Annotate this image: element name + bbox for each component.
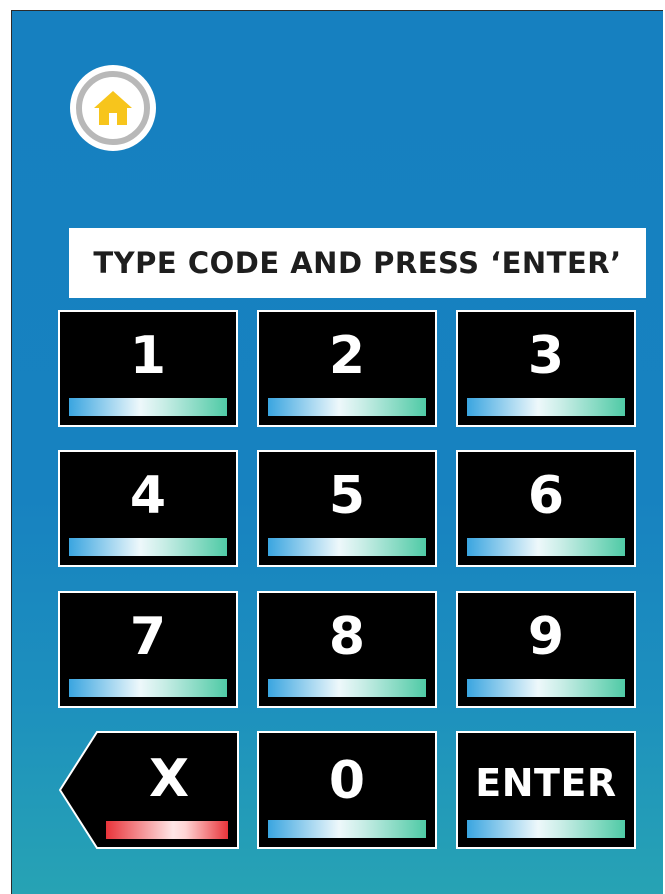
key-highlight-bar-red	[106, 821, 228, 839]
key-label: 0	[328, 751, 366, 811]
key-highlight-bar	[467, 679, 625, 697]
key-4[interactable]: 4	[58, 450, 238, 567]
home-button-ring	[76, 71, 150, 145]
key-label: 2	[328, 326, 366, 386]
key-3[interactable]: 3	[456, 310, 636, 427]
key-highlight-bar	[467, 538, 625, 556]
key-5[interactable]: 5	[257, 450, 437, 567]
key-highlight-bar	[268, 398, 426, 416]
key-highlight-bar	[69, 679, 227, 697]
enter-label: ENTER	[475, 761, 617, 805]
key-8[interactable]: 8	[257, 591, 437, 708]
enter-button[interactable]: ENTER	[456, 731, 636, 849]
key-highlight-bar	[69, 538, 227, 556]
key-label: 5	[328, 466, 366, 526]
key-6[interactable]: 6	[456, 450, 636, 567]
key-7[interactable]: 7	[58, 591, 238, 708]
key-1[interactable]: 1	[58, 310, 238, 427]
home-icon	[94, 91, 132, 125]
key-highlight-bar	[268, 538, 426, 556]
key-highlight-bar	[268, 820, 426, 838]
instruction-text: TYPE CODE AND PRESS ‘ENTER’	[93, 246, 622, 280]
key-9[interactable]: 9	[456, 591, 636, 708]
key-0[interactable]: 0	[257, 731, 437, 849]
key-highlight-bar	[467, 398, 625, 416]
key-label: 6	[527, 466, 565, 526]
key-2[interactable]: 2	[257, 310, 437, 427]
instruction-banner: TYPE CODE AND PRESS ‘ENTER’	[69, 228, 646, 298]
key-label: 7	[129, 607, 167, 667]
clear-label: X	[148, 749, 190, 809]
home-button[interactable]	[70, 65, 156, 151]
clear-button[interactable]: X	[59, 731, 239, 849]
key-label: 4	[129, 466, 167, 526]
key-label: 3	[527, 326, 565, 386]
key-label: 9	[527, 607, 565, 667]
key-label: 1	[129, 326, 167, 386]
keypad-screen: TYPE CODE AND PRESS ‘ENTER’ 1 2 3 4 5 6 …	[11, 10, 663, 894]
key-label: 8	[328, 607, 366, 667]
key-highlight-bar	[69, 398, 227, 416]
key-highlight-bar	[467, 820, 625, 838]
key-highlight-bar	[268, 679, 426, 697]
